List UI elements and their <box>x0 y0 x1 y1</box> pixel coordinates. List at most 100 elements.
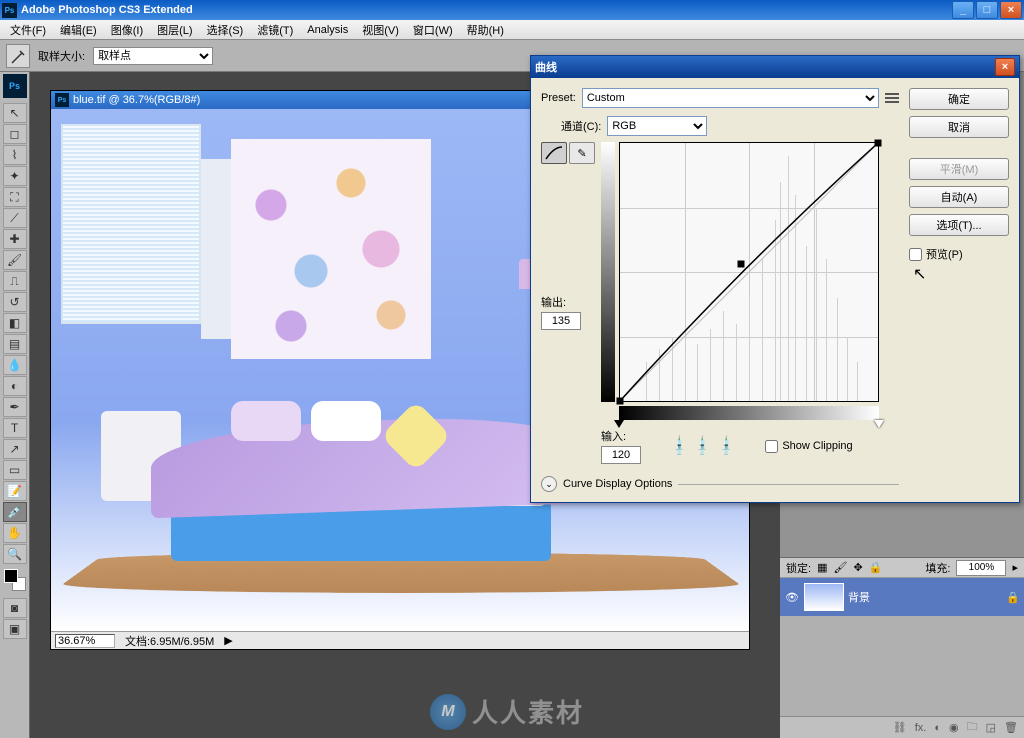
slice-tool[interactable]: ⟋ <box>3 208 27 228</box>
black-slider[interactable] <box>614 420 624 428</box>
menu-layer[interactable]: 图层(L) <box>151 20 198 40</box>
heal-tool[interactable]: ✚ <box>3 229 27 249</box>
pen-tool[interactable]: ✒ <box>3 397 27 417</box>
menu-bar: 文件(F) 编辑(E) 图像(I) 图层(L) 选择(S) 滤镜(T) Anal… <box>0 20 1024 40</box>
divider <box>678 484 899 485</box>
menu-file[interactable]: 文件(F) <box>4 20 52 40</box>
layers-empty-area[interactable] <box>780 616 1024 716</box>
lock-brush-icon[interactable]: 🖌 <box>833 561 847 574</box>
lock-transparent-icon[interactable]: ▦ <box>817 561 827 574</box>
shape-tool[interactable]: ▭ <box>3 460 27 480</box>
document-title: blue.tif @ 36.7%(RGB/8#) <box>73 94 200 106</box>
gradient-tool[interactable]: ▤ <box>3 334 27 354</box>
curve-point-shadow[interactable] <box>617 398 624 405</box>
preview-input[interactable] <box>909 248 922 261</box>
preview-checkbox[interactable]: 预览(P) <box>909 246 1009 262</box>
curve-point-tool[interactable] <box>541 142 567 164</box>
toolbox-logo-icon: Ps <box>3 74 27 98</box>
eyedropper-gray-icon[interactable]: 💉 <box>691 434 715 458</box>
menu-analysis[interactable]: Analysis <box>301 22 354 38</box>
adjustment-layer-icon[interactable]: ◉ <box>949 721 959 734</box>
brush-tool[interactable]: 🖌 <box>3 250 27 270</box>
fill-arrow-icon[interactable]: ▸ <box>1012 561 1018 574</box>
image-wallart <box>231 139 431 359</box>
options-button[interactable]: 选项(T)... <box>909 214 1009 236</box>
layer-mask-icon[interactable]: ◐ <box>934 722 941 734</box>
screenmode-tool[interactable]: ▣ <box>3 619 27 639</box>
curve-display-toggle[interactable]: ⌄ <box>541 476 557 492</box>
stamp-tool[interactable]: ⎍ <box>3 271 27 291</box>
link-layers-icon[interactable]: ⛓ <box>893 721 907 734</box>
delete-layer-icon[interactable]: 🗑 <box>1004 721 1018 734</box>
menu-help[interactable]: 帮助(H) <box>461 20 510 40</box>
color-swatches[interactable] <box>4 569 26 591</box>
history-brush-tool[interactable]: ↺ <box>3 292 27 312</box>
menu-edit[interactable]: 编辑(E) <box>54 20 103 40</box>
layer-fx-icon[interactable]: fx. <box>915 722 927 734</box>
close-button[interactable]: × <box>1000 1 1022 19</box>
menu-view[interactable]: 视图(V) <box>356 20 405 40</box>
menu-select[interactable]: 选择(S) <box>201 20 250 40</box>
auto-button[interactable]: 自动(A) <box>909 186 1009 208</box>
new-layer-icon[interactable]: ◲ <box>986 721 996 734</box>
hand-tool[interactable]: ✋ <box>3 523 27 543</box>
path-tool[interactable]: ↗ <box>3 439 27 459</box>
curve-point-mid[interactable] <box>738 261 745 268</box>
white-slider[interactable] <box>874 420 884 428</box>
lock-all-icon[interactable]: 🔒 <box>869 561 883 574</box>
layer-name[interactable]: 背景 <box>848 589 870 605</box>
zoom-level[interactable]: 36.67% <box>55 634 115 648</box>
eyedropper-black-icon[interactable]: 💉 <box>668 434 692 458</box>
horizontal-gradient[interactable] <box>619 406 879 420</box>
curve-point-highlight[interactable] <box>875 140 882 147</box>
marquee-tool[interactable]: ◻ <box>3 124 27 144</box>
channel-select[interactable]: RGB <box>607 116 707 136</box>
blur-tool[interactable]: 💧 <box>3 355 27 375</box>
ok-button[interactable]: 确定 <box>909 88 1009 110</box>
show-clipping-input[interactable] <box>765 440 778 453</box>
curve-pencil-tool[interactable]: ✎ <box>569 142 595 164</box>
curve-graph[interactable] <box>619 142 879 402</box>
type-tool[interactable]: T <box>3 418 27 438</box>
channel-label: 通道(C): <box>561 118 601 134</box>
move-tool[interactable]: ↖ <box>3 103 27 123</box>
output-input[interactable] <box>541 312 581 330</box>
zoom-tool[interactable]: 🔍 <box>3 544 27 564</box>
smooth-button[interactable]: 平滑(M) <box>909 158 1009 180</box>
wand-tool[interactable]: ✦ <box>3 166 27 186</box>
notes-tool[interactable]: 📝 <box>3 481 27 501</box>
minimize-button[interactable]: _ <box>952 1 974 19</box>
cancel-button[interactable]: 取消 <box>909 116 1009 138</box>
maximize-button[interactable]: □ <box>976 1 998 19</box>
sample-size-select[interactable]: 取样点 <box>93 47 213 65</box>
dialog-title: 曲线 <box>535 59 995 75</box>
dodge-tool[interactable]: ◐ <box>3 376 27 396</box>
input-label: 输入: <box>601 428 641 444</box>
eyedropper-white-icon[interactable]: 💉 <box>714 434 738 458</box>
menu-image[interactable]: 图像(I) <box>105 20 149 40</box>
watermark: M 人人素材 <box>430 693 584 730</box>
eyedropper-tool[interactable]: 💉 <box>3 502 27 522</box>
layer-visibility-icon[interactable]: 👁 <box>784 589 800 605</box>
menu-filter[interactable]: 滤镜(T) <box>251 20 299 40</box>
dialog-titlebar[interactable]: 曲线 × <box>531 56 1019 78</box>
crop-tool[interactable]: ⛶ <box>3 187 27 207</box>
toolbox: Ps ↖ ◻ ⌇ ✦ ⛶ ⟋ ✚ 🖌 ⎍ ↺ ◧ ▤ 💧 ◐ ✒ T ↗ ▭ 📝… <box>0 72 30 738</box>
layers-bottom-bar: ⛓ fx. ◐ ◉ 🗀 ◲ 🗑 <box>780 716 1024 738</box>
eraser-tool[interactable]: ◧ <box>3 313 27 333</box>
current-tool-icon[interactable] <box>6 44 30 68</box>
quickmask-tool[interactable]: ◙ <box>3 598 27 618</box>
status-arrow-icon[interactable]: ▶ <box>224 634 232 647</box>
lasso-tool[interactable]: ⌇ <box>3 145 27 165</box>
lock-move-icon[interactable]: ✥ <box>853 561 862 574</box>
preset-select[interactable]: Custom <box>582 88 879 108</box>
fill-input[interactable] <box>956 560 1006 576</box>
layer-row[interactable]: 👁 背景 🔒 <box>780 578 1024 616</box>
preset-menu-icon[interactable] <box>885 93 899 103</box>
layer-group-icon[interactable]: 🗀 <box>967 718 978 737</box>
show-clipping-checkbox[interactable]: Show Clipping <box>765 440 852 453</box>
menu-window[interactable]: 窗口(W) <box>407 20 459 40</box>
dialog-close-button[interactable]: × <box>995 58 1015 76</box>
layer-thumbnail[interactable] <box>804 583 844 611</box>
input-input[interactable] <box>601 446 641 464</box>
